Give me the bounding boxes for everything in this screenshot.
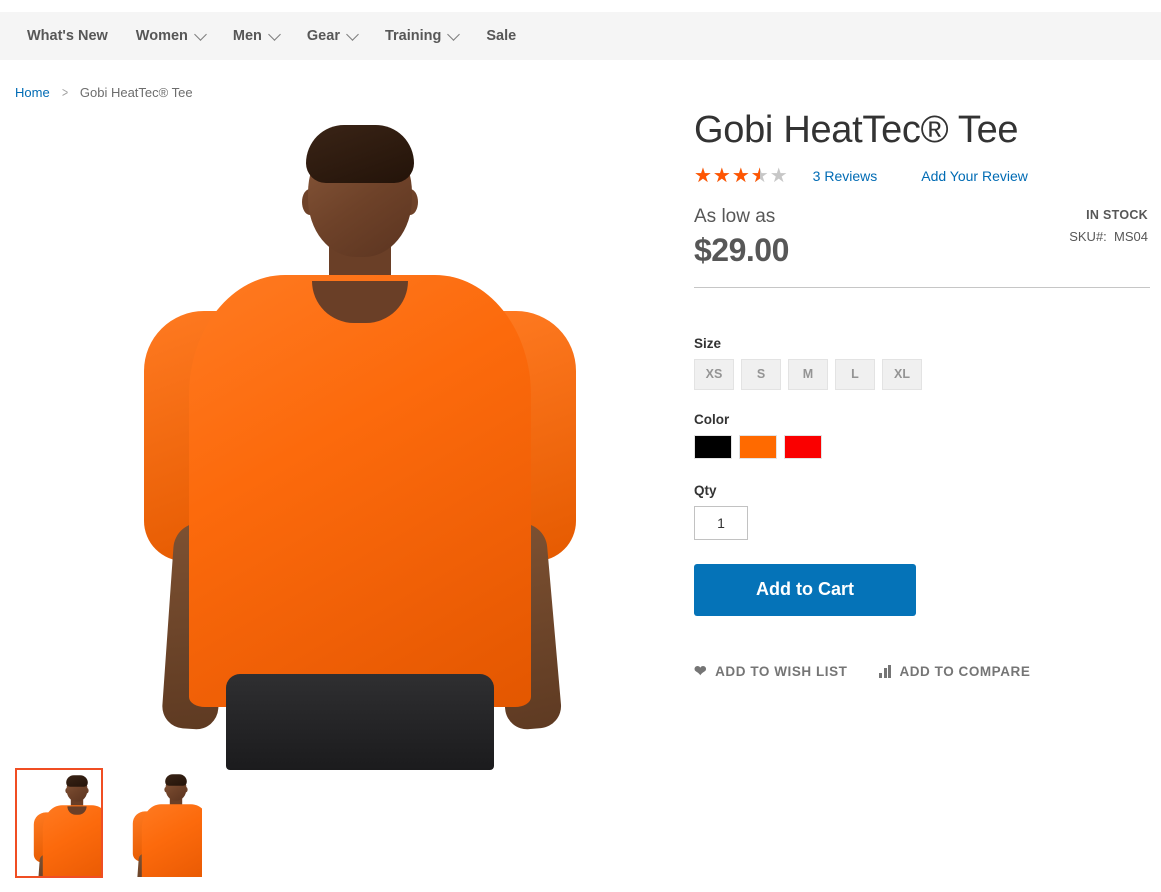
nav-item-men[interactable]: Men: [219, 27, 293, 44]
nav-item-label: Gear: [306, 28, 340, 44]
section-divider: [694, 286, 1150, 288]
size-swatch-xl[interactable]: XL: [882, 358, 922, 390]
product-image-illustration: [140, 115, 580, 770]
product-social-links: ❤ ADD TO WISH LIST ADD TO COMPARE: [694, 664, 1150, 679]
size-swatch-m[interactable]: M: [788, 358, 828, 390]
shirt-body: [189, 275, 531, 707]
add-to-wishlist-link[interactable]: ❤ ADD TO WISH LIST: [694, 664, 847, 679]
nav-item-whats-new[interactable]: What's New: [13, 28, 122, 44]
model-shorts: [226, 674, 494, 770]
color-swatch-red[interactable]: [784, 434, 822, 459]
nav-item-women[interactable]: Women: [122, 27, 219, 44]
sku-label: SKU#:: [1069, 228, 1107, 244]
nav-list: What's New Women Men Gear Training Sale: [0, 27, 530, 44]
qty-label: Qty: [694, 482, 717, 498]
nav-item-label: What's New: [27, 28, 108, 44]
color-option-group: Color: [694, 412, 1150, 459]
nav-item-label: Women: [135, 28, 188, 44]
quantity-input[interactable]: [694, 505, 748, 540]
color-swatch-orange[interactable]: [739, 434, 777, 459]
size-swatch-s[interactable]: S: [741, 358, 781, 390]
product-main-image[interactable]: [140, 115, 580, 770]
reviews-count-link[interactable]: 3 Reviews: [813, 168, 878, 184]
nav-item-training[interactable]: Training: [371, 27, 472, 44]
status-badge: IN STOCK: [1086, 207, 1148, 222]
product-gallery: [0, 110, 680, 770]
breadcrumb-separator-icon: >: [61, 84, 68, 100]
add-to-cart-button[interactable]: Add to Cart: [694, 563, 916, 616]
chevron-down-icon: [447, 27, 461, 41]
add-to-compare-link[interactable]: ADD TO COMPARE: [879, 664, 1030, 679]
sku-value: MS04: [1114, 228, 1148, 244]
nav-item-label: Men: [232, 28, 262, 44]
chevron-down-icon: [268, 27, 281, 41]
compare-label: ADD TO COMPARE: [899, 663, 1031, 679]
heart-icon: ❤: [694, 662, 708, 680]
model-hair: [306, 125, 414, 183]
breadcrumb-current: Gobi HeatTec® Tee: [79, 84, 193, 100]
bar-chart-icon: [879, 664, 892, 678]
product-info: Gobi HeatTec® Tee ★★★★★ ★★★★★ 3 Reviews …: [694, 109, 1150, 679]
main-navigation: What's New Women Men Gear Training Sale: [0, 12, 1161, 60]
chevron-down-icon: [346, 27, 359, 41]
chevron-down-icon: [194, 27, 207, 41]
color-swatch-black[interactable]: [694, 434, 732, 459]
sku-line: SKU#: MS04: [1069, 229, 1148, 244]
breadcrumb: Home > Gobi HeatTec® Tee: [15, 84, 193, 100]
thumbnail-strip: [15, 768, 203, 878]
nav-item-gear[interactable]: Gear: [293, 27, 371, 44]
stars-filled-icon: ★★★★★: [694, 165, 760, 186]
size-swatch-l[interactable]: L: [835, 358, 875, 390]
stock-and-sku: IN STOCK SKU#: MS04: [1069, 208, 1148, 244]
size-swatch-xs[interactable]: XS: [694, 358, 734, 390]
breadcrumb-home-link[interactable]: Home: [15, 85, 50, 100]
size-swatch-row: XS S M L XL: [694, 358, 1150, 390]
nav-item-label: Training: [384, 28, 442, 44]
color-label: Color: [694, 411, 730, 427]
star-rating: ★★★★★ ★★★★★: [694, 166, 789, 186]
thumbnail-image-back: [132, 772, 202, 877]
add-review-link[interactable]: Add Your Review: [921, 168, 1028, 184]
page-title: Gobi HeatTec® Tee: [694, 109, 1019, 151]
nav-item-label: Sale: [486, 28, 517, 44]
color-swatch-row: [694, 434, 1150, 459]
qty-group: Qty: [694, 483, 1150, 540]
price-block: As low as $29.00 IN STOCK SKU#: MS04: [694, 206, 1150, 269]
size-label: Size: [694, 335, 722, 351]
rating-summary: ★★★★★ ★★★★★ 3 Reviews Add Your Review: [694, 164, 1150, 188]
wishlist-label: ADD TO WISH LIST: [715, 663, 848, 679]
size-option-group: Size XS S M L XL: [694, 336, 1150, 390]
thumbnail-item[interactable]: [15, 768, 103, 878]
thumbnail-image-front: [33, 773, 101, 876]
thumbnail-item[interactable]: [115, 768, 203, 878]
nav-item-sale[interactable]: Sale: [472, 28, 530, 44]
